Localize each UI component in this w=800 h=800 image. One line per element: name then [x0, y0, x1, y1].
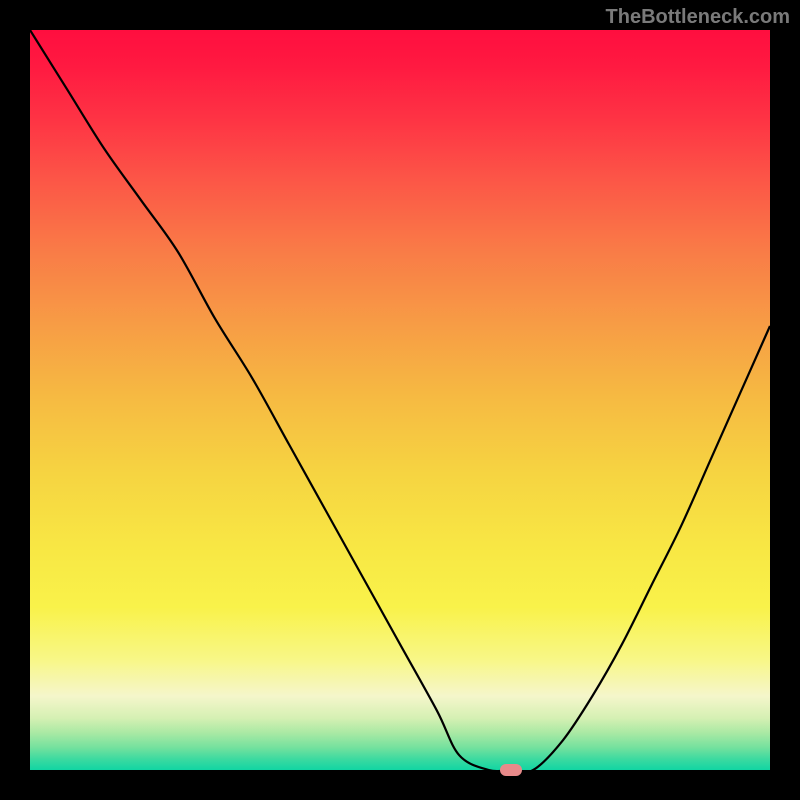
- optimal-point-marker: [500, 764, 522, 776]
- watermark-text: TheBottleneck.com: [606, 6, 790, 29]
- chart-svg: [30, 30, 770, 770]
- chart-background: [30, 30, 770, 770]
- chart-plot-area: [30, 30, 770, 770]
